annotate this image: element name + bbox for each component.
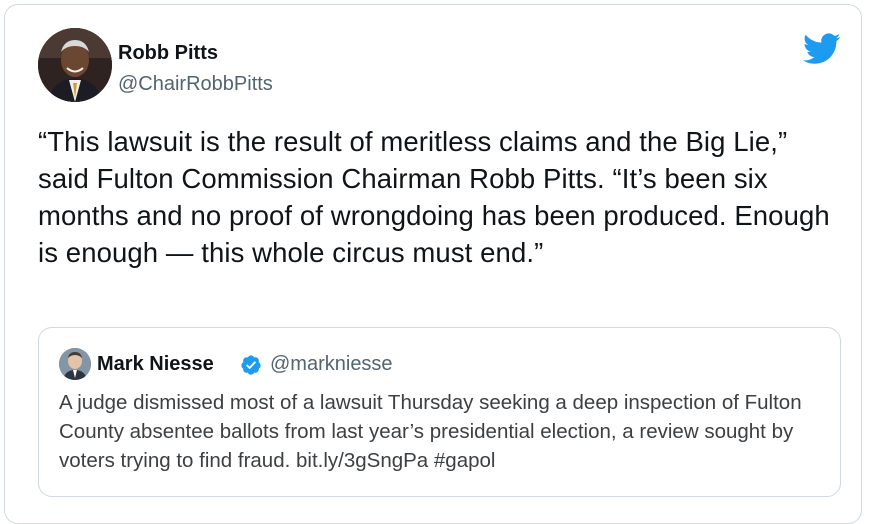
author-handle[interactable]: @ChairRobbPitts (118, 73, 273, 96)
quoted-author-handle[interactable]: @markniesse (270, 353, 393, 376)
author-name[interactable]: Robb Pitts (118, 42, 218, 65)
verified-badge-icon (240, 354, 262, 376)
quoted-tweet[interactable]: Mark Niesse @markniesse A judge dismisse… (38, 327, 841, 497)
quoted-author-name[interactable]: Mark Niesse (97, 353, 214, 376)
twitter-bird-icon[interactable] (803, 33, 841, 65)
author-avatar[interactable] (38, 28, 112, 102)
quoted-tweet-text: A judge dismissed most of a lawsuit Thur… (59, 391, 802, 472)
tweet-card: Robb Pitts @ChairRobbPitts “This lawsuit… (4, 4, 862, 524)
quoted-author-avatar[interactable] (59, 348, 91, 380)
tweet-text: “This lawsuit is the result of meritless… (38, 126, 830, 268)
